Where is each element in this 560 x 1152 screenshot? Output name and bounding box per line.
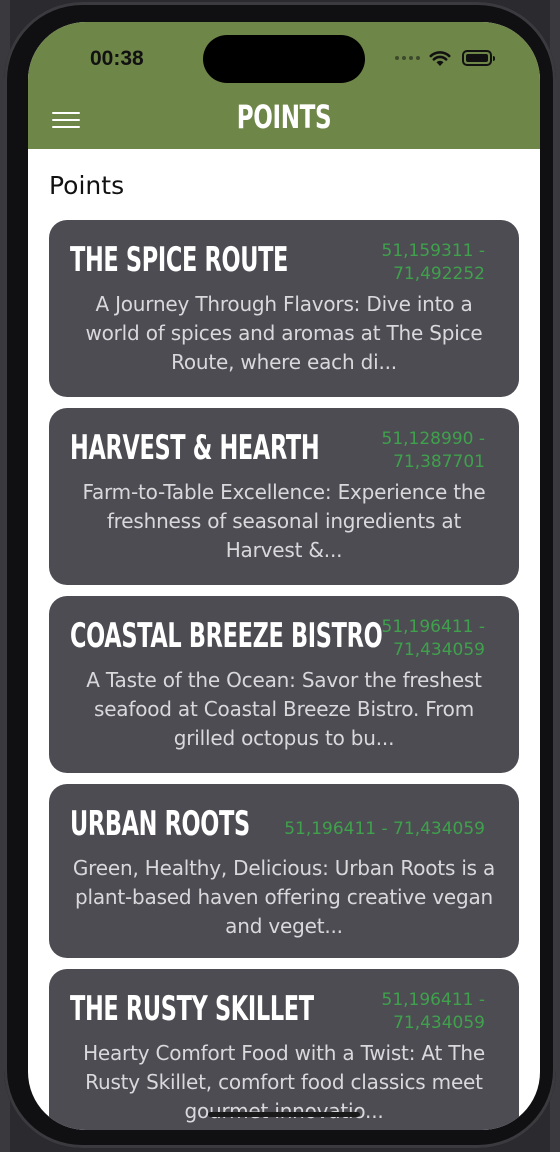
point-card[interactable]: THE SPICE ROUTE 51,159311 - 71,492252 A …	[49, 220, 519, 397]
app-header: 00:38 POINTS	[28, 22, 540, 149]
point-name: URBAN ROOTS	[70, 804, 250, 844]
point-name: HARVEST & HEARTH	[70, 428, 320, 468]
point-name: THE RUSTY SKILLET	[70, 989, 314, 1029]
point-coordinates: 51,159311 - 71,492252	[381, 241, 485, 284]
point-card[interactable]: COASTAL BREEZE BISTRO 51,196411 - 71,434…	[49, 596, 519, 773]
page-title: Points	[49, 171, 125, 200]
header-title: POINTS	[236, 98, 332, 136]
point-description: Farm-to-Table Excellence: Experience the…	[82, 480, 486, 562]
phone-frame: 00:38 POINTS Points THE SPICE ROUTE 51,1…	[4, 2, 556, 1148]
point-coordinates: 51,196411 - 71,434059	[381, 617, 485, 660]
point-coordinates: 51,128990 - 71,387701	[381, 429, 485, 472]
dynamic-island	[203, 35, 365, 83]
points-list: THE SPICE ROUTE 51,159311 - 71,492252 A …	[49, 220, 519, 1130]
point-coordinates: 51,196411 - 71,434059	[284, 819, 485, 839]
point-description: Green, Healthy, Delicious: Urban Roots i…	[72, 856, 496, 938]
hamburger-menu-icon[interactable]	[52, 112, 80, 128]
home-indicator[interactable]	[208, 1112, 360, 1117]
point-name: COASTAL BREEZE BISTRO	[70, 616, 383, 656]
point-card[interactable]: HARVEST & HEARTH 51,128990 - 71,387701 F…	[49, 408, 519, 585]
cellular-signal-icon	[395, 56, 420, 60]
point-name: THE SPICE ROUTE	[70, 240, 289, 280]
app-screen: 00:38 POINTS Points THE SPICE ROUTE 51,1…	[28, 22, 540, 1130]
point-description: A Journey Through Flavors: Dive into a w…	[85, 292, 483, 374]
point-coordinates: 51,196411 - 71,434059	[381, 990, 485, 1033]
point-card[interactable]: THE RUSTY SKILLET 51,196411 - 71,434059 …	[49, 969, 519, 1130]
battery-icon	[462, 50, 495, 66]
point-card[interactable]: URBAN ROOTS 51,196411 - 71,434059 Green,…	[49, 784, 519, 958]
point-description: A Taste of the Ocean: Savor the freshest…	[86, 668, 482, 750]
status-time: 00:38	[90, 47, 144, 70]
wifi-icon	[429, 51, 451, 66]
